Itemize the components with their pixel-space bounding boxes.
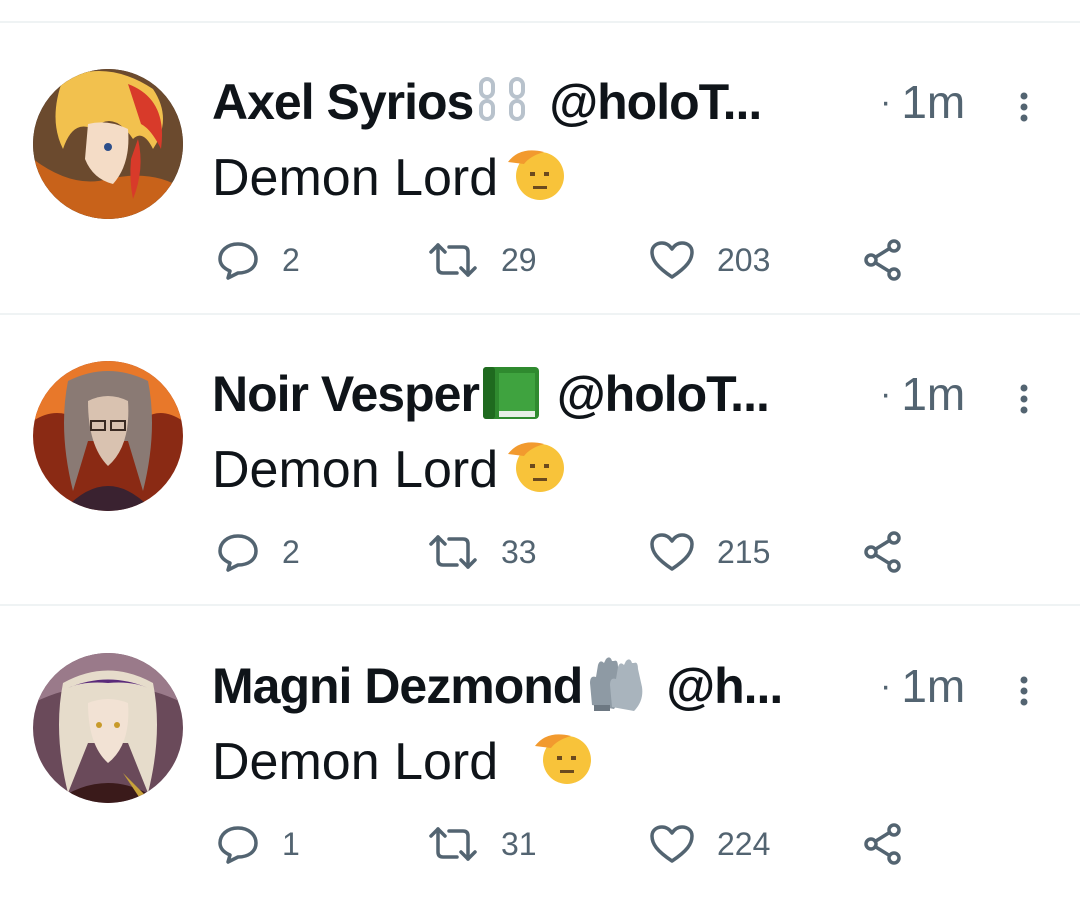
avatar[interactable] <box>33 653 183 803</box>
tweet-text: Demon Lord <box>212 435 570 505</box>
avatar[interactable] <box>33 361 183 511</box>
reply-icon <box>218 242 258 280</box>
more-options-icon[interactable] <box>1014 673 1034 713</box>
tweet-header: Axel Syrios @holoT... <box>212 67 872 137</box>
share-icon <box>864 823 901 865</box>
more-options-icon[interactable] <box>1014 381 1034 421</box>
reply-button[interactable]: 2 <box>216 527 300 577</box>
retweet-icon <box>429 535 477 569</box>
like-button[interactable]: 203 <box>649 235 770 285</box>
retweet-button[interactable]: 31 <box>427 819 537 869</box>
like-button[interactable]: 224 <box>649 819 770 869</box>
retweet-icon <box>429 243 477 277</box>
reply-icon <box>218 826 258 864</box>
timestamp[interactable]: · 1m <box>880 359 965 429</box>
tweet-header: Noir Vesper @holoT... <box>212 359 872 429</box>
share-icon <box>864 531 901 573</box>
timestamp[interactable]: · 1m <box>880 67 965 137</box>
chain-link-icon <box>475 75 535 130</box>
tweet-card[interactable]: Noir Vesper @holoT... · 1m Demon Lord 2 … <box>0 315 1080 605</box>
display-name[interactable]: Magni Dezmond <box>212 657 583 715</box>
handle[interactable]: @holoT... <box>549 73 762 131</box>
more-options-icon[interactable] <box>1014 89 1034 129</box>
retweet-button[interactable]: 33 <box>427 527 537 577</box>
saluting-face-icon <box>500 142 570 215</box>
share-button[interactable] <box>862 235 928 285</box>
like-button[interactable]: 215 <box>649 527 770 577</box>
grey-gloves-icon <box>584 655 652 718</box>
display-name[interactable]: Axel Syrios <box>212 73 474 131</box>
tweet-card[interactable]: Magni Dezmond @h... · 1m Demon Lord 1 31… <box>0 607 1080 897</box>
tweet-actions: 2 29 203 <box>212 235 932 285</box>
tweet-actions: 1 31 224 <box>212 819 932 869</box>
tweet-actions: 2 33 215 <box>212 527 932 577</box>
green-book-icon <box>481 363 543 426</box>
tweet-text: Demon Lord <box>212 143 570 213</box>
retweet-button[interactable]: 29 <box>427 235 537 285</box>
reply-button[interactable]: 1 <box>216 819 300 869</box>
tweet-card[interactable]: Axel Syrios @holoT... · 1m Demon Lord 2 … <box>0 23 1080 313</box>
saluting-face-icon <box>500 434 570 507</box>
heart-icon <box>650 825 694 863</box>
timestamp[interactable]: · 1m <box>880 651 965 721</box>
tweet-text: Demon Lord <box>212 727 597 797</box>
handle[interactable]: @h... <box>666 657 783 715</box>
share-button[interactable] <box>862 527 928 577</box>
share-icon <box>864 239 901 281</box>
retweet-icon <box>429 827 477 861</box>
saluting-face-icon <box>527 726 597 799</box>
display-name[interactable]: Noir Vesper <box>212 365 480 423</box>
avatar[interactable] <box>33 69 183 219</box>
heart-icon <box>650 533 694 571</box>
tweet-header: Magni Dezmond @h... <box>212 651 872 721</box>
reply-icon <box>218 534 258 572</box>
handle[interactable]: @holoT... <box>557 365 770 423</box>
heart-icon <box>650 241 694 279</box>
reply-button[interactable]: 2 <box>216 235 300 285</box>
share-button[interactable] <box>862 819 928 869</box>
